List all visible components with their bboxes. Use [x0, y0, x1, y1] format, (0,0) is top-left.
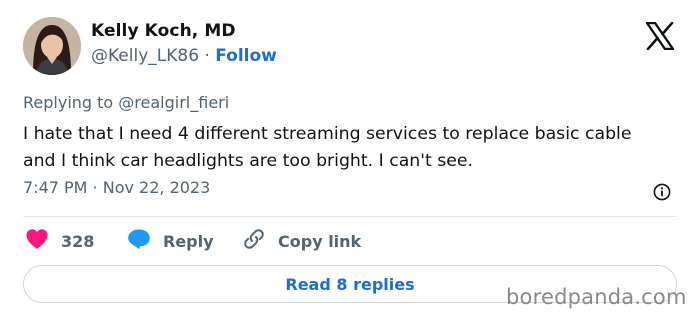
- tweet-text: I hate that I need 4 different streaming…: [23, 121, 683, 175]
- copy-link-label: Copy link: [278, 231, 362, 251]
- reply-button[interactable]: Reply: [127, 227, 214, 255]
- replying-to: Replying to @realgirl_fieri: [23, 93, 230, 112]
- author-handle[interactable]: @Kelly_LK86: [91, 46, 199, 66]
- tweet-timestamp[interactable]: 7:47 PM · Nov 22, 2023: [23, 178, 210, 197]
- like-count: 328: [61, 231, 95, 251]
- tweet-text-line-2: and I think car headlights are too brigh…: [23, 151, 474, 171]
- tweet-text-line-1: I hate that I need 4 different streaming…: [23, 124, 632, 144]
- avatar[interactable]: [23, 17, 81, 75]
- author-handle-row: @Kelly_LK86 · Follow: [91, 46, 277, 66]
- like-button[interactable]: 328: [25, 227, 94, 255]
- author-name[interactable]: Kelly Koch, MD: [91, 21, 236, 41]
- reply-bubble-icon: [127, 228, 151, 254]
- info-icon[interactable]: [653, 183, 671, 201]
- reply-label: Reply: [163, 231, 214, 251]
- divider: [23, 216, 677, 217]
- link-icon: [242, 227, 266, 255]
- heart-icon: [25, 228, 49, 254]
- follow-button[interactable]: Follow: [215, 46, 277, 66]
- separator-dot: ·: [204, 46, 210, 66]
- x-logo-icon[interactable]: [645, 21, 675, 51]
- copy-link-button[interactable]: Copy link: [242, 227, 361, 255]
- watermark: boredpanda.com: [506, 285, 687, 309]
